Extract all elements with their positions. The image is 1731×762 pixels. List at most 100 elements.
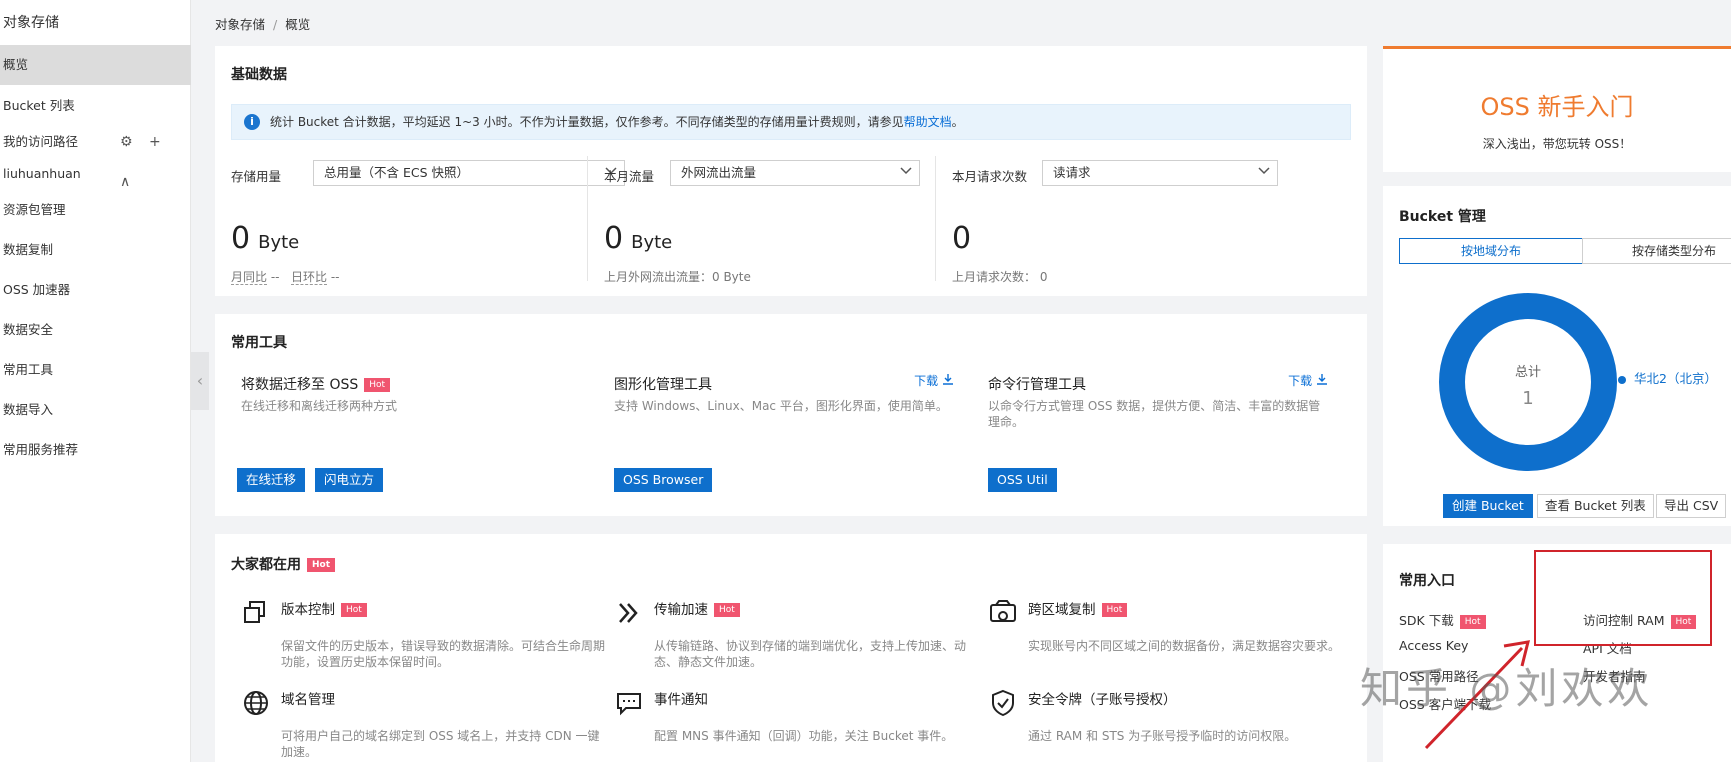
chevron-down-icon [900,167,912,175]
dod-value: -- [330,270,340,284]
entry-sdk-download[interactable]: SDK 下载 Hot [1399,610,1486,629]
shield-icon [992,689,1014,717]
tools-card: 常用工具 将数据迁移至 OSS Hot 在线迁移和离线迁移两种方式 在线迁移 闪电… [215,314,1367,516]
pop-domain-mgmt[interactable]: 域名管理 可将用户自己的域名绑定到 OSS 域名上，并支持 CDN 一键加速。 [241,688,601,762]
donut-total-label: 总计 [1515,365,1541,380]
sidebar-item-services[interactable]: 常用服务推荐 [0,430,191,470]
sidebar-collapse-handle[interactable]: ‹ [191,352,209,410]
monthly-traffic-col: 本月流量 外网流出流量 0 Byte 上月外网流出流量：0 Byte [587,156,937,284]
pop-desc: 实现账号内不同区域之间的数据备份，满足数据容灾要求。 [1028,639,1341,653]
message-icon [617,693,641,716]
popular-card: 大家都在用 Hot 版本控制 Hot 保留文件的历史版本，错误导致的数据清除。可结合… [215,534,1367,762]
yoy-value: -- [270,270,280,284]
newbie-card[interactable]: OSS 新手入门 深入浅出，带您玩转 OSS！ [1383,46,1731,172]
tool-desc: 支持 Windows、Linux、Mac 平台，图形化界面，使用简单。 [614,399,948,413]
pop-title: 跨区域复制 Hot [1028,598,1128,618]
popular-title-text: 大家都在用 [231,557,301,573]
lightning-cube-button[interactable]: 闪电立方 [315,468,384,492]
traffic-last-month: 上月外网流出流量：0 Byte [604,270,751,284]
pop-desc: 通过 RAM 和 STS 为子账号授予临时的访问权限。 [1028,729,1297,743]
tool-gui: 图形化管理工具 下载 支持 Windows、Linux、Mac 平台，图形化界面… [614,374,954,504]
requests-last-month: 上月请求次数： 0 [952,270,1048,284]
legend-dot [1618,375,1626,384]
sidebar-item-tools[interactable]: 常用工具 [0,350,191,390]
tool-migrate: 将数据迁移至 OSS Hot 在线迁移和离线迁移两种方式 在线迁移 闪电立方 [237,374,581,504]
pop-security-token[interactable]: 安全令牌（子账号授权） 通过 RAM 和 STS 为子账号授予临时的访问权限。 [988,688,1348,762]
export-csv-button[interactable]: 导出 CSV [1656,494,1727,518]
pop-cross-region[interactable]: 跨区域复制 Hot 实现账号内不同区域之间的数据备份，满足数据容灾要求。 [988,598,1348,688]
entry-label: SDK 下载 [1399,613,1454,628]
sidebar-item-data-security[interactable]: 数据安全 [0,310,191,350]
traffic-select[interactable]: 外网流出流量 [670,160,920,186]
donut-total-value: 1 [1522,388,1533,409]
download-icon [943,374,953,385]
monthly-traffic-label: 本月流量 [604,169,655,184]
storage-usage-select[interactable]: 总用量（不含 ECS 快照） [313,160,625,186]
sidebar-item-accelerator[interactable]: OSS 加速器 [0,270,191,310]
donut-segment-huabei2[interactable] [1439,293,1617,471]
basic-data-card: 基础数据 i 统计 Bucket 合计数据，平均延迟 1~3 小时。不作为计量数… [215,46,1367,296]
select-value: 外网流出流量 [681,165,757,180]
hot-badge: Hot [307,558,336,572]
tool-desc: 在线迁移和离线迁移两种方式 [241,399,398,413]
bucket-mgmt-card: Bucket 管理 按地域分布 按存储类型分布 总计 1 华北2（北京） 创建 … [1383,186,1731,526]
sidebar-item-bucket-list[interactable]: Bucket 列表 [0,86,191,126]
monthly-requests-col: 本月请求次数 读请求 0 上月请求次数： 0 [935,156,1285,284]
sidebar-item-replication[interactable]: 数据复制 [0,230,191,270]
tool-title: 图形化管理工具 [614,377,712,393]
tab-by-region[interactable]: 按地域分布 [1399,238,1583,264]
requests-select[interactable]: 读请求 [1042,160,1278,186]
download-icon [1317,374,1327,385]
pop-desc: 保留文件的历史版本，错误导致的数据清除。可结合生命周期功能，设置历史版本保留时间… [281,639,606,669]
tool-title-text: 将数据迁移至 OSS [241,377,359,393]
oss-browser-button[interactable]: OSS Browser [614,468,713,492]
dod-label: 日环比 [290,270,327,285]
create-bucket-button[interactable]: 创建 Bucket [1443,494,1533,518]
hot-badge: Hot [364,378,391,392]
online-migrate-button[interactable]: 在线迁移 [237,468,306,492]
pop-desc: 可将用户自己的域名绑定到 OSS 域名上，并支持 CDN 一键加速。 [281,729,600,759]
sidebar-item-user[interactable]: liuhuanhuan [0,154,191,194]
pop-desc: 配置 MNS 事件通知（回调）功能，关注 Bucket 事件。 [654,729,954,743]
tool-title: 将数据迁移至 OSS Hot [241,374,391,394]
breadcrumb-current: 概览 [285,17,311,32]
newbie-subtitle: 深入浅出，带您玩转 OSS！ [1482,137,1632,151]
annotation-box [1534,550,1712,646]
chevron-down-icon [1258,167,1270,175]
storage-usage-label: 存储用量 [231,169,282,184]
pop-title: 传输加速 Hot [654,598,740,618]
download-link[interactable]: 下载 [1288,372,1328,389]
monthly-requests-label: 本月请求次数 [952,169,1028,184]
common-entries-title: 常用入口 [1399,573,1455,589]
sidebar-item-overview[interactable]: 概览 [0,45,191,85]
requests-value: 0 [952,221,972,256]
view-bucket-list-button[interactable]: 查看 Bucket 列表 [1537,494,1654,518]
yoy-label: 月同比 [231,270,268,285]
pop-title-text: 跨区域复制 [1028,602,1096,618]
oss-util-button[interactable]: OSS Util [988,468,1057,492]
tab-by-storage-class[interactable]: 按存储类型分布 [1582,238,1731,264]
download-link[interactable]: 下载 [914,372,954,389]
pop-version-control[interactable]: 版本控制 Hot 保留文件的历史版本，错误导致的数据清除。可结合生命周期功能，设置… [241,598,605,688]
sidebar: 对象存储 概览 Bucket 列表 我的访问路径 ⚙ + ∧ liuhuanhu… [0,0,191,762]
newbie-title: OSS 新手入门 [1480,93,1634,121]
sidebar-item-data-import[interactable]: 数据导入 [0,390,191,430]
select-value: 读请求 [1053,165,1091,180]
copy-icon [244,601,265,623]
legend-label: 华北2（北京） [1634,371,1717,386]
pop-title-text: 传输加速 [654,602,708,618]
download-label: 下载 [1288,374,1313,388]
pop-title-text: 版本控制 [281,602,335,618]
pop-event-notify[interactable]: 事件通知 配置 MNS 事件通知（回调）功能，关注 Bucket 事件。 [614,688,974,762]
pop-title: 版本控制 Hot [281,598,367,618]
hot-badge: Hot [714,603,740,617]
globe-icon [244,691,268,715]
breadcrumb-root[interactable]: 对象存储 [215,17,265,32]
storage-usage-col: 存储用量 总用量（不含 ECS 快照） 0 Byte 月同比 -- 日环比 -- [215,156,625,285]
pop-transfer-accel[interactable]: 传输加速 Hot 从传输链路、协议到存储的端到端优化，支持上传加速、动态、静态文件… [614,598,974,688]
legend-item[interactable]: 华北2（北京） [1618,368,1717,387]
cross-region-icon [990,600,1016,622]
sidebar-item-resource-pack[interactable]: 资源包管理 [0,190,191,230]
help-doc-link[interactable]: 帮助文档 [904,115,952,129]
pop-title: 事件通知 [654,692,708,708]
